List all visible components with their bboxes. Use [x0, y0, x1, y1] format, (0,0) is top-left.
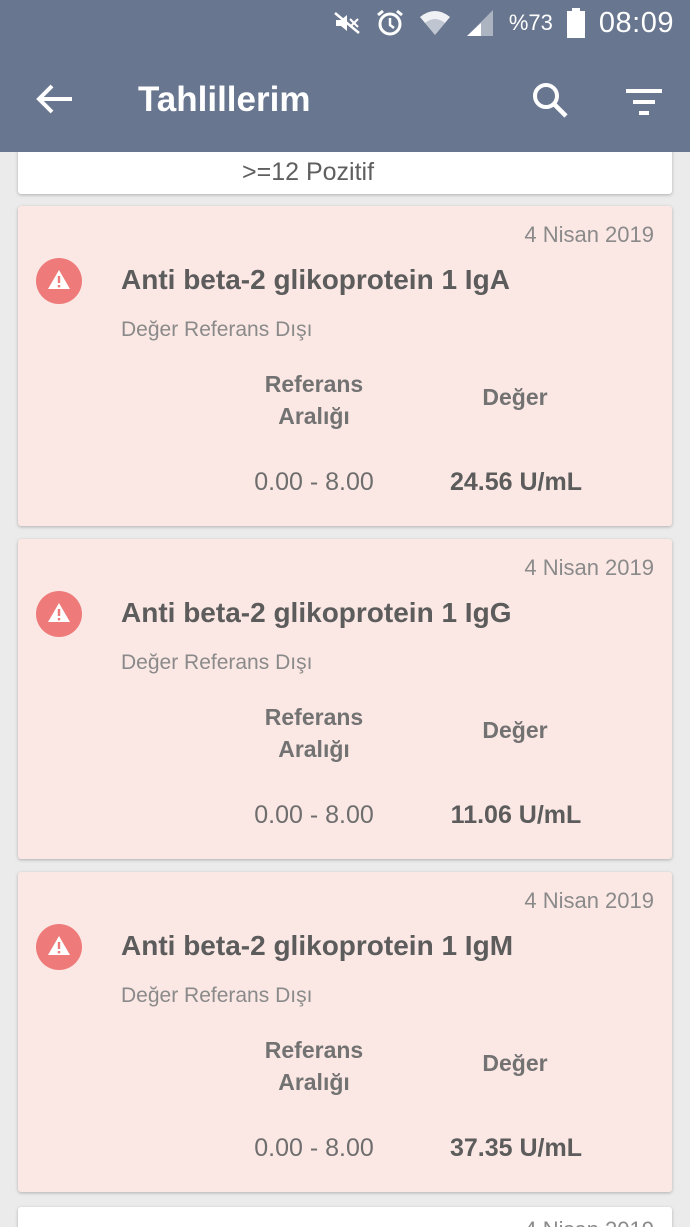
reference-header-line1: Referans: [264, 1037, 364, 1063]
list-item[interactable]: 4 Nisan 2019: [18, 1207, 672, 1227]
test-result-card[interactable]: 4 Nisan 2019 Anti beta-2 glikoprotein 1 …: [18, 872, 672, 1192]
reference-header-line1: Referans: [264, 704, 364, 730]
result-date: 4 Nisan 2019: [524, 888, 654, 913]
reference-text: >=12 Pozitif: [242, 158, 375, 186]
result-value: 37.35 U/mL: [449, 1134, 582, 1162]
back-button[interactable]: [34, 82, 74, 116]
reference-header-line1: Referans: [264, 371, 364, 397]
battery-icon: [566, 8, 585, 38]
wifi-icon: [419, 9, 451, 37]
reference-range: 0.00 - 8.00: [254, 801, 374, 829]
reference-range: 0.00 - 8.00: [254, 468, 374, 496]
result-status: Değer Referans Dışı: [121, 984, 313, 1007]
result-status: Değer Referans Dışı: [121, 318, 313, 341]
result-date: 4 Nisan 2019: [524, 1217, 654, 1227]
reference-header-line2: Aralığı: [278, 1069, 350, 1095]
search-button[interactable]: [530, 80, 570, 120]
filter-icon: [626, 89, 662, 115]
reference-range-header: Referans Aralığı: [234, 368, 394, 432]
battery-percentage: %73: [508, 10, 553, 35]
warning-icon: [36, 258, 82, 304]
alarm-icon: [375, 8, 405, 38]
app-bar: Tahlillerim: [0, 46, 690, 152]
status-bar: %73 08:09: [0, 0, 690, 46]
result-value: 24.56 U/mL: [449, 468, 582, 496]
warning-icon: [36, 924, 82, 970]
test-result-card[interactable]: 4 Nisan 2019 Anti beta-2 glikoprotein 1 …: [18, 539, 672, 859]
value-header: Değer: [482, 1050, 548, 1076]
filter-button[interactable]: [622, 86, 666, 118]
status-clock: 08:09: [598, 6, 674, 39]
reference-range: 0.00 - 8.00: [254, 1134, 374, 1162]
result-value: 11.06 U/mL: [450, 801, 582, 829]
test-name: Anti beta-2 glikoprotein 1 IgG: [121, 597, 512, 628]
signal-icon: [465, 9, 495, 37]
reference-header-line2: Aralığı: [278, 736, 350, 762]
warning-icon: [36, 591, 82, 637]
reference-header-line2: Aralığı: [278, 403, 350, 429]
test-name: Anti beta-2 glikoprotein 1 IgM: [121, 930, 514, 961]
value-header: Değer: [482, 384, 548, 410]
reference-range-header: Referans Aralığı: [234, 701, 394, 765]
arrow-back-icon: [36, 84, 72, 114]
test-result-card[interactable]: 4 Nisan 2019 Anti beta-2 glikoprotein 1 …: [18, 206, 672, 526]
result-date: 4 Nisan 2019: [524, 555, 654, 580]
results-list[interactable]: >=12 Pozitif 4 Nisan 2019 Anti beta-2 gl…: [0, 152, 690, 1227]
mute-icon: [333, 11, 361, 35]
page-title: Tahlillerim: [138, 80, 311, 119]
result-status: Değer Referans Dışı: [121, 651, 313, 674]
test-name: Anti beta-2 glikoprotein 1 IgA: [121, 264, 510, 295]
list-item[interactable]: >=12 Pozitif: [18, 152, 672, 194]
reference-range-header: Referans Aralığı: [234, 1034, 394, 1098]
value-header: Değer: [482, 717, 548, 743]
search-icon: [533, 83, 568, 118]
result-date: 4 Nisan 2019: [524, 222, 654, 247]
